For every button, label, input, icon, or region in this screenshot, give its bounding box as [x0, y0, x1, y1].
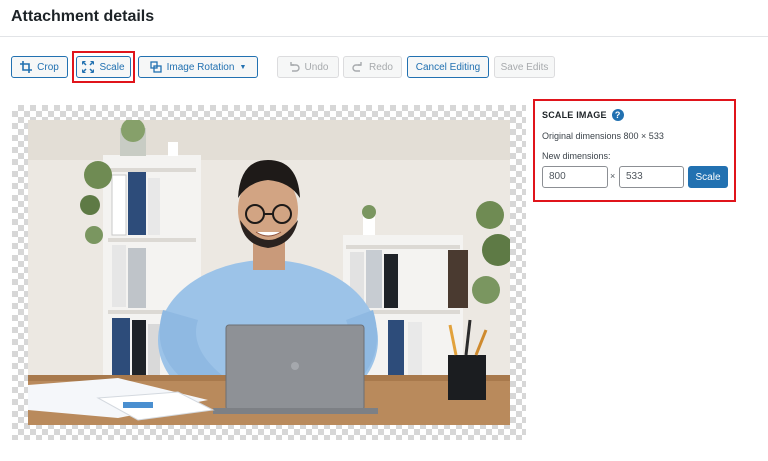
scale-image-panel: SCALE IMAGE ? Original dimensions 800 × …: [533, 99, 736, 202]
help-icon[interactable]: ?: [611, 109, 624, 121]
caret-down-icon: ▼: [239, 63, 247, 71]
redo-label: Redo: [369, 61, 393, 73]
scale-image-heading: SCALE IMAGE ?: [542, 109, 624, 121]
scale-image-title: SCALE IMAGE: [542, 110, 607, 120]
original-dimensions-text: Original dimensions 800 × 533: [542, 131, 664, 141]
scale-button[interactable]: Scale: [76, 56, 131, 78]
scale-width-input[interactable]: 800: [542, 166, 608, 188]
redo-button[interactable]: Redo: [343, 56, 402, 78]
undo-label: Undo: [304, 61, 329, 73]
cancel-editing-button[interactable]: Cancel Editing: [407, 56, 489, 78]
save-edits-label: Save Edits: [500, 61, 549, 73]
dimension-separator: ×: [610, 171, 616, 181]
save-edits-button[interactable]: Save Edits: [494, 56, 555, 78]
undo-button[interactable]: Undo: [277, 56, 339, 78]
page-title: Attachment details: [11, 8, 155, 25]
crop-button[interactable]: Crop: [11, 56, 68, 78]
header-bar: Attachment details: [0, 0, 768, 37]
new-dimensions-label: New dimensions:: [542, 151, 611, 161]
image-rotation-dropdown[interactable]: Image Rotation ▼: [138, 56, 258, 78]
scale-submit-button[interactable]: Scale: [688, 166, 728, 188]
scale-icon: [82, 61, 95, 73]
scale-height-input[interactable]: 533: [619, 166, 684, 188]
redo-icon: [352, 61, 364, 73]
image-rotation-label: Image Rotation: [166, 61, 235, 73]
scale-label: Scale: [99, 61, 125, 73]
crop-label: Crop: [37, 61, 59, 73]
rotate-icon: [149, 61, 162, 73]
office-photo: [28, 120, 510, 425]
undo-icon: [288, 61, 300, 73]
crop-icon: [20, 61, 33, 73]
cancel-editing-label: Cancel Editing: [415, 61, 481, 73]
attachment-image[interactable]: [28, 120, 510, 425]
